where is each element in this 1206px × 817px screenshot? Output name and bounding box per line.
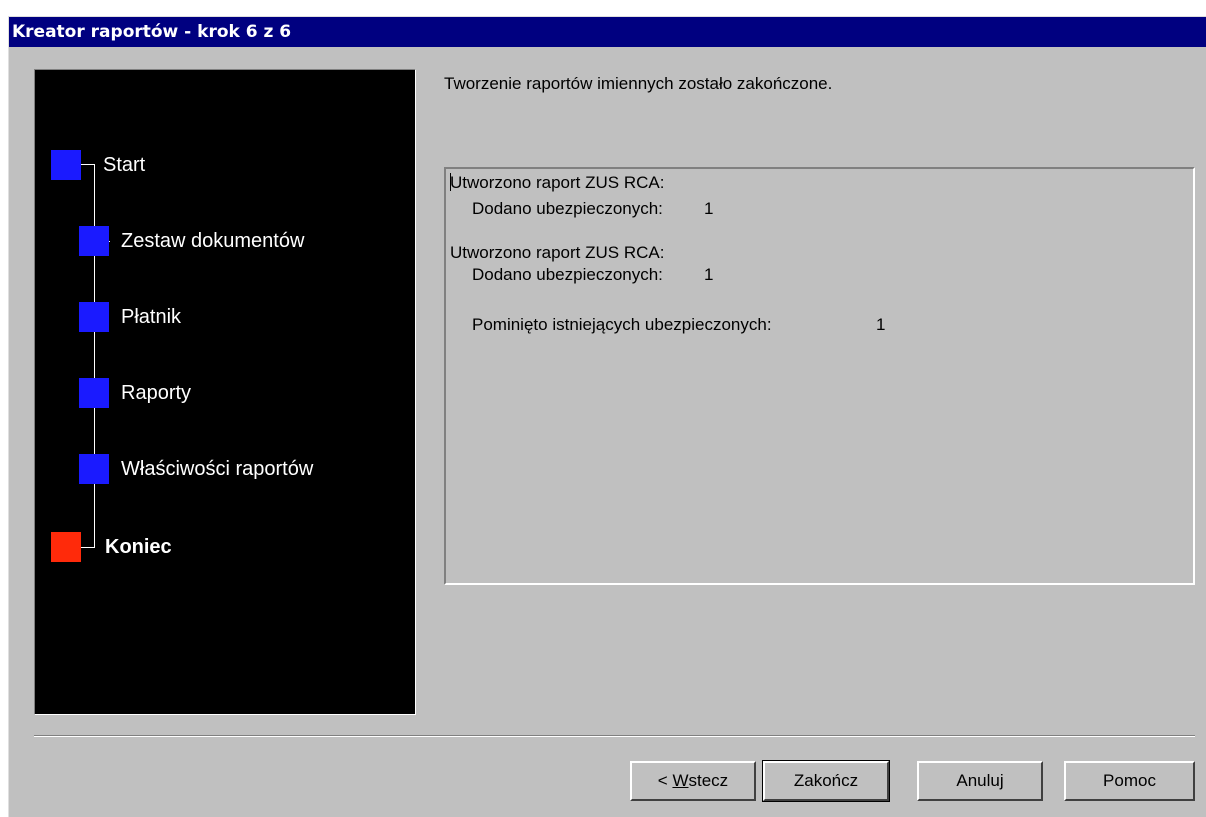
back-button[interactable]: < Wstecz [630,761,756,801]
cancel-button[interactable]: Anuluj [917,761,1043,801]
button-separator [34,735,1195,737]
title-bar[interactable]: Kreator raportów - krok 6 z 6 [9,17,1206,47]
step-koniec-label: Koniec [105,536,172,558]
step-raporty-label: Raporty [121,382,192,404]
window-title: Kreator raportów - krok 6 z 6 [12,22,292,42]
log-skipped-value: 1 [876,315,886,334]
step-wlasciwosci-label: Właściwości raportów [121,458,314,480]
step-koniec-square-icon [51,532,81,562]
completion-message: Tworzenie raportów imiennych zostało zak… [444,74,833,93]
log-entry2-title: Utworzono raport ZUS RCA: [450,243,665,262]
step-platnik-square-icon [79,302,109,332]
log-entry1-added-label: Dodano ubezpieczonych: [472,199,663,218]
wizard-steps-panel: Start Zestaw dokumentów Płatnik Raporty … [34,69,416,715]
log-entry1-title: Utworzono raport ZUS RCA: [450,173,665,192]
step-zestaw-label: Zestaw dokumentów [121,230,305,252]
step-koniec-connector [81,547,94,548]
step-zestaw-square-icon [79,226,109,256]
steps-connector-line [94,164,95,548]
wizard-window: Kreator raportów - krok 6 z 6 Start Zest… [8,16,1206,817]
step-wlasciwosci-square-icon [79,454,109,484]
log-entry1-added-value: 1 [704,199,714,218]
log-entry2-added-label: Dodano ubezpieczonych: [472,265,663,284]
log-entry2-added-value: 1 [704,265,714,284]
step-raporty-square-icon [79,378,109,408]
back-button-rest: stecz [688,771,729,790]
back-button-accelerator: W [672,771,689,790]
help-button[interactable]: Pomoc [1064,761,1195,801]
step-platnik-label: Płatnik [121,306,182,328]
back-button-prefix: < [657,771,673,790]
log-skipped-label: Pominięto istniejących ubezpieczonych: [472,315,772,334]
step-start-label: Start [103,154,146,176]
step-start-square-icon [51,150,81,180]
finish-button[interactable]: Zakończ [762,760,890,802]
report-log-textarea[interactable]: Utworzono raport ZUS RCA: Dodano ubezpie… [444,167,1195,585]
step-start-connector [81,164,94,165]
